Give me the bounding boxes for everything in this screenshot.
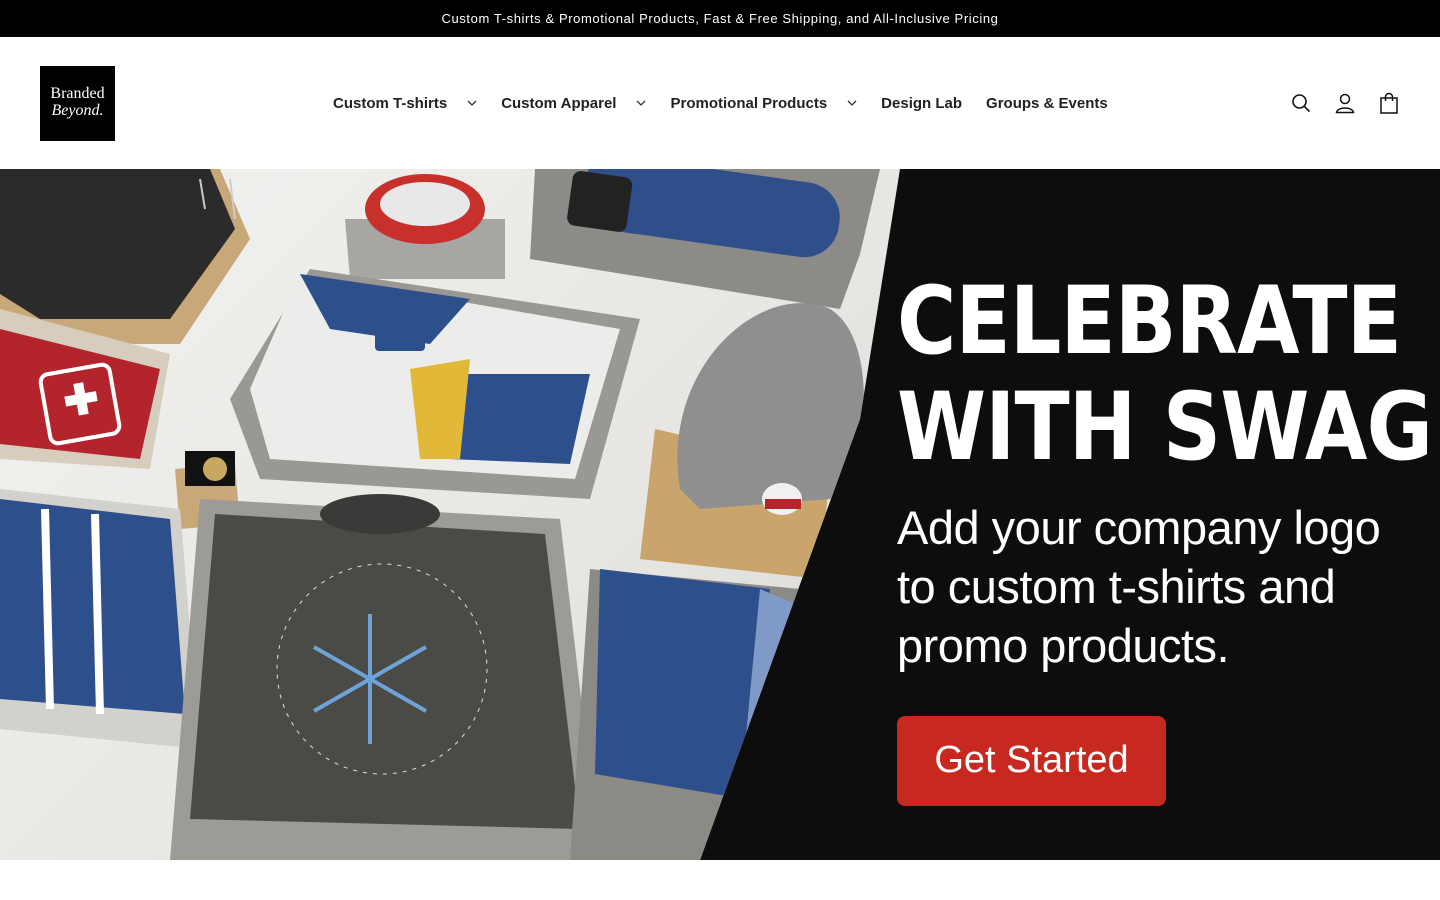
hero-banner: CELEBRATE WITH SWAG Add your company log… [0, 169, 1440, 860]
site-header: Branded Beyond. Custom T-shirts Custom A… [0, 37, 1440, 169]
account-icon[interactable] [1334, 92, 1356, 114]
product-flatlay-illustration [0, 169, 880, 860]
logo-line-1: Branded [50, 85, 105, 103]
nav-item-custom-apparel[interactable]: Custom Apparel [501, 95, 646, 112]
nav-label: Groups & Events [986, 94, 1108, 112]
chevron-down-icon [636, 98, 646, 108]
logo-line-2: Beyond. [51, 102, 104, 119]
headline-line-1: CELEBRATE [897, 267, 1402, 376]
hero-subcopy: Add your company logo to custom t-shirts… [897, 501, 1381, 672]
nav-label: Custom T-shirts [333, 94, 448, 112]
brand-logo[interactable]: Branded Beyond. [40, 65, 115, 141]
nav-label: Custom Apparel [501, 94, 617, 112]
main-nav: Custom T-shirts Custom Apparel Promotion… [333, 37, 1132, 169]
hero-headline: CELEBRATE WITH SWAG [897, 267, 1433, 483]
announcement-bar: Custom T-shirts & Promotional Products, … [0, 0, 1440, 37]
announcement-text: Custom T-shirts & Promotional Products, … [441, 11, 999, 26]
nav-item-promotional-products[interactable]: Promotional Products [670, 95, 857, 112]
hero-product-photo [0, 169, 900, 860]
headline-line-2: WITH SWAG [897, 373, 1433, 483]
nav-label: Design Lab [881, 94, 963, 112]
hero-copy: CELEBRATE WITH SWAG Add your company log… [897, 267, 1433, 806]
get-started-button[interactable]: Get Started [897, 715, 1166, 806]
nav-item-groups-events[interactable]: Groups & Events [986, 95, 1108, 112]
nav-item-custom-tshirts[interactable]: Custom T-shirts [333, 95, 477, 112]
nav-label: Promotional Products [670, 94, 828, 112]
chevron-down-icon [847, 98, 857, 108]
cart-icon[interactable] [1378, 92, 1400, 114]
nav-item-design-lab[interactable]: Design Lab [881, 95, 962, 112]
header-icons [1290, 37, 1400, 169]
chevron-down-icon [467, 98, 477, 108]
search-icon[interactable] [1290, 92, 1312, 114]
